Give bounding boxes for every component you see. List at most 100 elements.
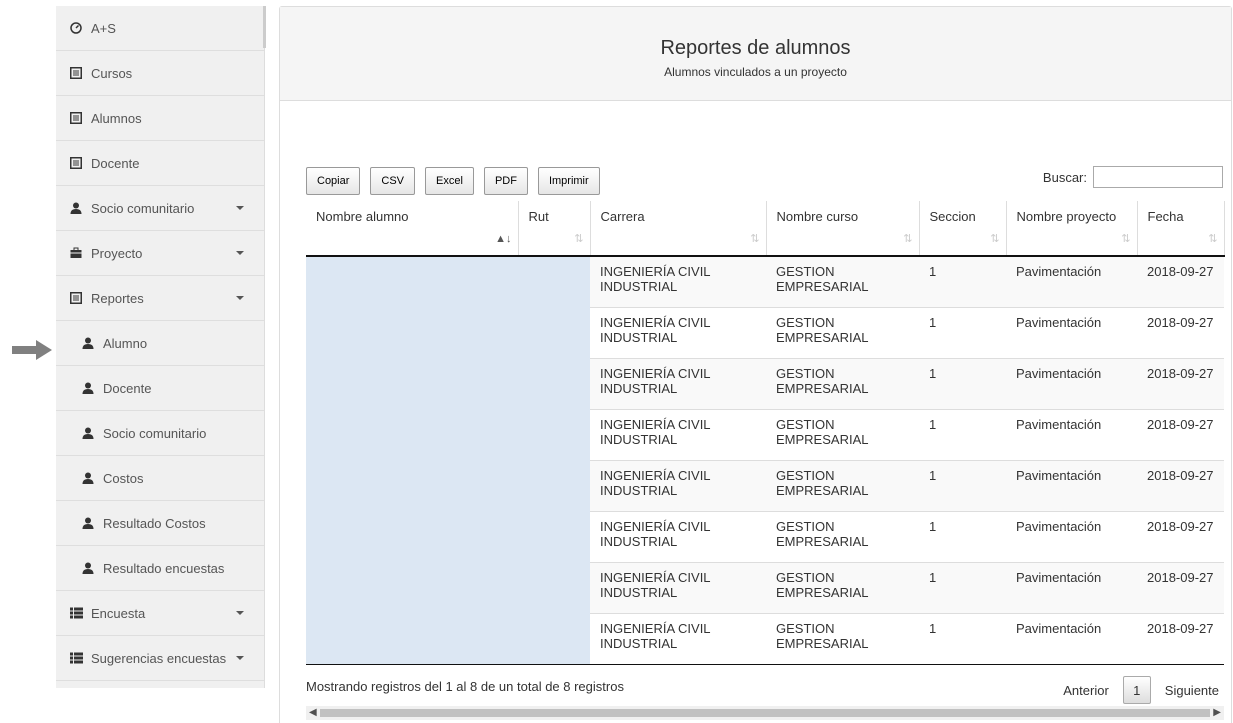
cell-nombre-proyecto: Pavimentación xyxy=(1006,612,1137,665)
pdf-button[interactable]: PDF xyxy=(483,167,528,195)
table-row[interactable]: INGENIERÍA CIVIL INDUSTRIAL GESTION EMPRE… xyxy=(306,255,1224,307)
sidebar-item-label: Alumnos xyxy=(91,110,142,126)
scroll-left-icon[interactable]: ◀ xyxy=(309,706,317,720)
table-row[interactable]: INGENIERÍA CIVIL INDUSTRIAL GESTION EMPRE… xyxy=(306,357,1224,409)
column-header-label: Rut xyxy=(528,209,549,224)
sidebar-item-docente-sub[interactable]: Docente xyxy=(56,366,264,411)
cell-nombre-curso: GESTION EMPRESARIAL xyxy=(766,510,919,562)
column-header-label: Seccion xyxy=(929,209,976,224)
caret-down-icon xyxy=(236,206,244,210)
cell-nombre-curso: GESTION EMPRESARIAL xyxy=(766,459,919,511)
column-header-label: Fecha xyxy=(1147,209,1184,224)
scrollbar-thumb[interactable] xyxy=(320,709,1210,717)
horizontal-scrollbar[interactable]: ◀ ▶ xyxy=(306,706,1224,720)
scroll-right-icon[interactable]: ▶ xyxy=(1213,706,1221,720)
excel-button[interactable]: Excel xyxy=(425,167,474,195)
sidebar-item-socio-comunitario-sub[interactable]: Socio comunitario xyxy=(56,411,264,456)
cell-seccion: 1 xyxy=(919,357,1006,409)
cell-rut xyxy=(518,562,590,613)
caret-down-icon xyxy=(236,251,244,255)
user-icon xyxy=(81,471,95,485)
user-icon xyxy=(81,381,95,395)
sort-icon: ⇅ xyxy=(750,233,760,245)
cell-rut xyxy=(518,460,590,511)
table-row[interactable]: INGENIERÍA CIVIL INDUSTRIAL GESTION EMPRE… xyxy=(306,612,1224,665)
search-input[interactable] xyxy=(1093,166,1223,188)
cell-nombre-proyecto: Pavimentación xyxy=(1006,408,1137,460)
column-header-fecha[interactable]: Fecha ⇅ xyxy=(1137,201,1225,257)
sidebar-item-alumnos[interactable]: Alumnos xyxy=(56,96,264,141)
sort-icon: ⇅ xyxy=(574,233,584,245)
sidebar-item-reportes[interactable]: Reportes xyxy=(56,276,264,321)
sidebar-item-sugerencias-encuestas[interactable]: Sugerencias encuestas xyxy=(56,636,264,681)
cell-nombre-proyecto: Pavimentación xyxy=(1006,357,1137,409)
cell-carrera: INGENIERÍA CIVIL INDUSTRIAL xyxy=(590,510,766,562)
pointer-arrow-icon xyxy=(12,340,52,360)
cell-nombre-alumno xyxy=(306,358,518,409)
table-body: INGENIERÍA CIVIL INDUSTRIAL GESTION EMPRE… xyxy=(306,255,1224,665)
report-panel: Reportes de alumnos Alumnos vinculados a… xyxy=(279,6,1232,723)
table-row[interactable]: INGENIERÍA CIVIL INDUSTRIAL GESTION EMPRE… xyxy=(306,510,1224,562)
cell-nombre-alumno xyxy=(306,256,518,307)
sidebar-menu: A+S Cursos Alumnos Docente Socio comunitario… xyxy=(56,6,264,681)
cell-seccion: 1 xyxy=(919,408,1006,460)
print-button[interactable]: Imprimir xyxy=(537,167,600,195)
sidebar-item-docente[interactable]: Docente xyxy=(56,141,264,186)
caret-down-icon xyxy=(236,656,244,660)
sidebar-item-alumno-sub[interactable]: Alumno xyxy=(56,321,264,366)
sidebar-item-resultado-costos-sub[interactable]: Resultado Costos xyxy=(56,501,264,546)
sidebar-item-label: Resultado Costos xyxy=(103,515,206,531)
table-row[interactable]: INGENIERÍA CIVIL INDUSTRIAL GESTION EMPRE… xyxy=(306,561,1224,613)
user-icon xyxy=(81,561,95,575)
page-subtitle: Alumnos vinculados a un proyecto xyxy=(664,65,847,79)
cell-nombre-alumno xyxy=(306,562,518,613)
cell-nombre-proyecto: Pavimentación xyxy=(1006,306,1137,358)
sidebar: A+S Cursos Alumnos Docente Socio comunitario… xyxy=(56,6,266,688)
cell-nombre-curso: GESTION EMPRESARIAL xyxy=(766,306,919,358)
user-icon xyxy=(69,201,83,215)
cell-nombre-alumno xyxy=(306,460,518,511)
page-1-button[interactable]: 1 xyxy=(1122,676,1151,704)
sidebar-item-label: Cursos xyxy=(91,65,133,81)
csv-button[interactable]: CSV xyxy=(370,167,416,195)
cell-rut xyxy=(518,613,590,665)
sidebar-item-cursos[interactable]: Cursos xyxy=(56,51,264,96)
cell-rut xyxy=(518,256,590,307)
cell-fecha: 2018-09-27 xyxy=(1137,408,1224,460)
table-row[interactable]: INGENIERÍA CIVIL INDUSTRIAL GESTION EMPRE… xyxy=(306,306,1224,358)
column-header-nombre-proyecto[interactable]: Nombre proyecto ⇅ xyxy=(1006,201,1138,257)
copy-button[interactable]: Copiar xyxy=(306,167,361,195)
table-row[interactable]: INGENIERÍA CIVIL INDUSTRIAL GESTION EMPRE… xyxy=(306,459,1224,511)
cell-nombre-alumno xyxy=(306,613,518,665)
sidebar-item-resultado-encuestas-sub[interactable]: Resultado encuestas xyxy=(56,546,264,591)
sidebar-item-label: Encuesta xyxy=(91,605,146,621)
cell-rut xyxy=(518,409,590,460)
sidebar-item-socio-comunitario[interactable]: Socio comunitario xyxy=(56,186,264,231)
th-list-icon xyxy=(69,651,83,665)
cell-seccion: 1 xyxy=(919,306,1006,358)
sidebar-item-label: A+S xyxy=(91,20,116,36)
column-header-nombre-alumno[interactable]: Nombre alumno ▲↓ xyxy=(306,201,519,257)
user-icon xyxy=(81,426,95,440)
sidebar-item-label: Docente xyxy=(103,380,152,396)
previous-page-button[interactable]: Anterior xyxy=(1063,683,1109,698)
list-icon xyxy=(69,111,83,125)
column-header-rut[interactable]: Rut ⇅ xyxy=(518,201,591,257)
sidebar-item-costos-sub[interactable]: Costos xyxy=(56,456,264,501)
column-header-carrera[interactable]: Carrera ⇅ xyxy=(590,201,767,257)
sidebar-item-proyecto[interactable]: Proyecto xyxy=(56,231,264,276)
export-toolbar: Copiar CSV Excel PDF Imprimir xyxy=(306,167,600,195)
column-header-nombre-curso[interactable]: Nombre curso ⇅ xyxy=(766,201,920,257)
sidebar-item-encuesta[interactable]: Encuesta xyxy=(56,591,264,636)
cell-fecha: 2018-09-27 xyxy=(1137,255,1224,307)
cell-rut xyxy=(518,358,590,409)
column-header-seccion[interactable]: Seccion ⇅ xyxy=(919,201,1007,257)
table-row[interactable]: INGENIERÍA CIVIL INDUSTRIAL GESTION EMPRE… xyxy=(306,408,1224,460)
table-header-row: Nombre alumno ▲↓ Rut ⇅ Carrera ⇅ Nombre curso ⇅… xyxy=(306,201,1225,257)
list-icon xyxy=(69,156,83,170)
sidebar-item-a-s[interactable]: A+S xyxy=(56,6,264,51)
cell-seccion: 1 xyxy=(919,459,1006,511)
list-icon xyxy=(69,291,83,305)
sidebar-item-label: Reportes xyxy=(91,290,144,306)
next-page-button[interactable]: Siguiente xyxy=(1165,683,1219,698)
